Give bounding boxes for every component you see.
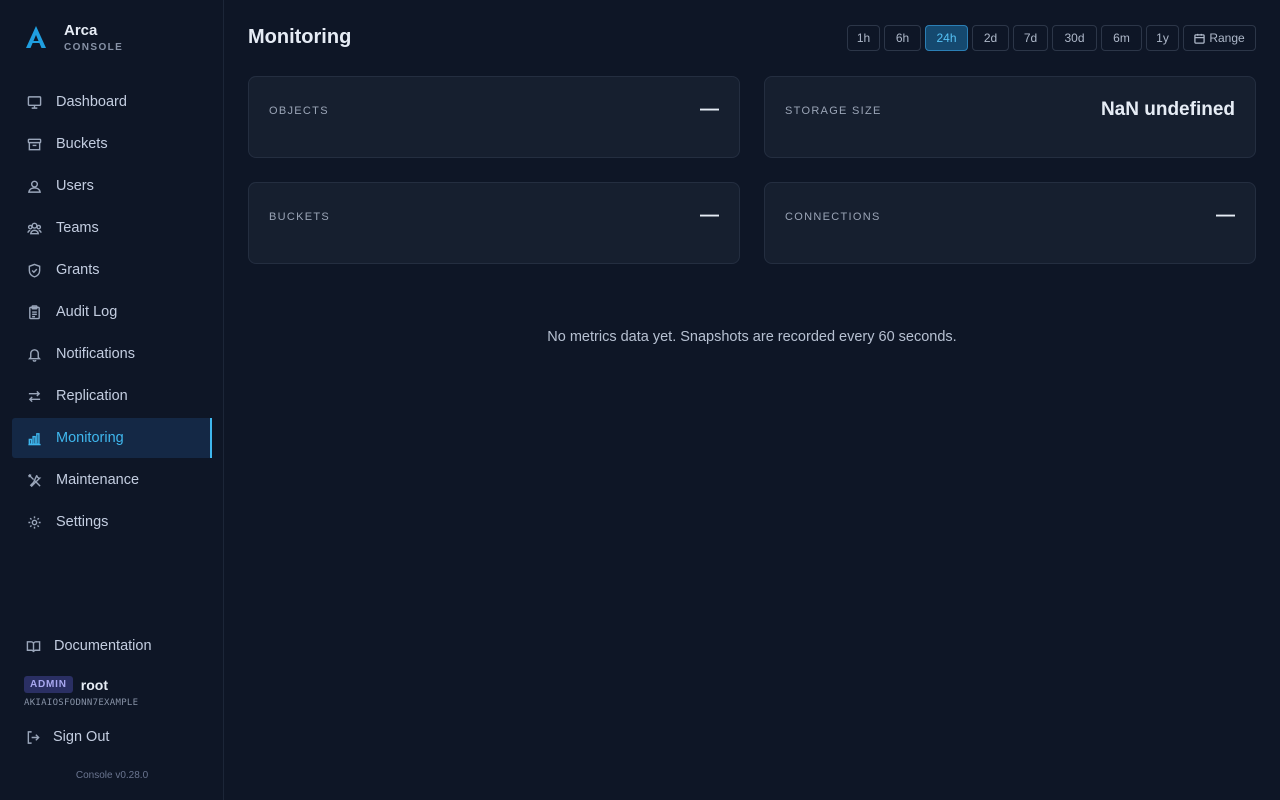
range-button-24h[interactable]: 24h: [925, 25, 968, 51]
sidebar-item-label: Users: [56, 178, 94, 194]
page-title: Monitoring: [248, 26, 352, 48]
brand[interactable]: Arca CONSOLE: [24, 22, 123, 53]
version-text: Console v0.28.0: [75, 770, 149, 781]
sidebar-item-label: Dashboard: [56, 94, 127, 110]
range-button-6m[interactable]: 6m: [1101, 25, 1142, 51]
metric-value: —: [1216, 205, 1235, 226]
arrows-icon: [26, 388, 42, 404]
user-info: ADMIN root AKIAIOSFODNN7EXAMPLE: [24, 676, 138, 708]
sidebar-item-label: Audit Log: [56, 304, 118, 320]
monitor-icon: [26, 94, 42, 110]
access-key: AKIAIOSFODNN7EXAMPLE: [24, 698, 139, 708]
sidebar-item-dashboard[interactable]: Dashboard: [12, 82, 212, 122]
tools-icon: [26, 472, 42, 488]
sidebar: Arca CONSOLE Dashboard Buckets Users Tea…: [0, 0, 224, 800]
range-button-1h[interactable]: 1h: [847, 25, 880, 51]
metric-value: —: [700, 205, 719, 226]
documentation-link[interactable]: Documentation: [26, 638, 152, 654]
book-icon: [26, 639, 41, 654]
arca-logo-icon: [26, 26, 46, 48]
sidebar-item-label: Replication: [56, 388, 128, 404]
metric-card-connections: CONNECTIONS —: [764, 182, 1256, 264]
time-range-selector: 1h 6h 24h 2d 7d 30d 6m 1y Range: [847, 25, 1256, 51]
user-icon: [26, 178, 42, 194]
sidebar-item-label: Notifications: [56, 346, 135, 362]
sidebar-item-label: Maintenance: [56, 472, 140, 488]
calendar-icon: [1194, 33, 1206, 44]
range-button-1y[interactable]: 1y: [1146, 25, 1179, 51]
sidebar-item-label: Monitoring: [56, 430, 124, 446]
metric-value: NaN undefined: [1100, 99, 1235, 120]
shield-icon: [26, 262, 42, 278]
bell-icon: [26, 346, 42, 362]
brand-subtitle: CONSOLE: [64, 42, 124, 53]
range-button-30d[interactable]: 30d: [1052, 25, 1097, 51]
app: Arca CONSOLE Dashboard Buckets Users Tea…: [0, 0, 1280, 800]
gear-icon: [26, 514, 42, 530]
users-icon: [26, 220, 42, 236]
range-button-6h[interactable]: 6h: [884, 25, 921, 51]
sign-out-label: Sign Out: [53, 729, 110, 745]
range-button-2d[interactable]: 2d: [972, 25, 1009, 51]
range-label: Range: [1209, 31, 1245, 45]
empty-state-message: No metrics data yet. Snapshots are recor…: [547, 329, 957, 345]
metric-label: BUCKETS: [269, 211, 331, 223]
metric-label: OBJECTS: [269, 105, 329, 117]
sidebar-item-teams[interactable]: Teams: [12, 208, 212, 248]
metric-card-buckets: BUCKETS —: [248, 182, 740, 264]
sidebar-item-label: Buckets: [56, 136, 108, 152]
custom-range-button[interactable]: Range: [1183, 25, 1256, 51]
metric-label: STORAGE SIZE: [785, 105, 882, 117]
sidebar-item-notifications[interactable]: Notifications: [12, 334, 212, 374]
sidebar-item-label: Teams: [56, 220, 99, 236]
sidebar-item-settings[interactable]: Settings: [12, 502, 212, 542]
sidebar-item-label: Grants: [56, 262, 100, 278]
sidebar-item-maintenance[interactable]: Maintenance: [12, 460, 212, 500]
clipboard-icon: [26, 304, 42, 320]
sidebar-item-grants[interactable]: Grants: [12, 250, 212, 290]
role-badge: ADMIN: [24, 676, 73, 693]
sidebar-item-users[interactable]: Users: [12, 166, 212, 206]
brand-name: Arca: [64, 22, 98, 39]
sidebar-item-label: Settings: [56, 514, 109, 530]
range-button-7d[interactable]: 7d: [1013, 25, 1048, 51]
documentation-label: Documentation: [54, 638, 152, 654]
sign-out-button[interactable]: Sign Out: [26, 729, 109, 745]
sidebar-item-audit-log[interactable]: Audit Log: [12, 292, 212, 332]
bar-chart-icon: [26, 430, 42, 446]
username: root: [80, 676, 108, 693]
archive-icon: [26, 136, 42, 152]
metric-label: CONNECTIONS: [785, 211, 881, 223]
metric-card-storage-size: STORAGE SIZE NaN undefined: [764, 76, 1256, 158]
sidebar-item-monitoring[interactable]: Monitoring: [12, 418, 212, 458]
sidebar-nav: Dashboard Buckets Users Teams Grants Aud…: [12, 82, 212, 544]
metric-card-objects: OBJECTS —: [248, 76, 740, 158]
main-content: Monitoring 1h 6h 24h 2d 7d 30d 6m 1y Ran…: [224, 0, 1280, 800]
sidebar-item-buckets[interactable]: Buckets: [12, 124, 212, 164]
metric-value: —: [700, 99, 719, 120]
logout-icon: [26, 730, 41, 745]
sidebar-item-replication[interactable]: Replication: [12, 376, 212, 416]
